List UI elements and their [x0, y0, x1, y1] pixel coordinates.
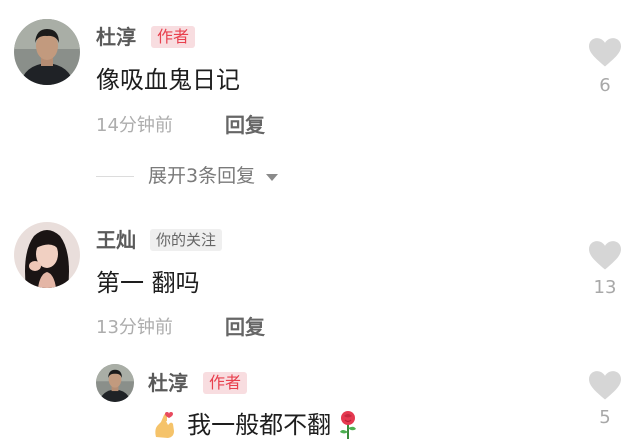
reply-button[interactable]: 回复: [225, 113, 265, 137]
avatar[interactable]: [14, 19, 80, 85]
reply-text-row: 我一般都不翻: [152, 408, 360, 440]
avatar[interactable]: [96, 364, 134, 402]
heart-icon[interactable]: [587, 36, 623, 72]
comment-text: 像吸血鬼日记: [96, 66, 240, 94]
author-badge: 作者: [203, 372, 248, 394]
finger-heart-emoji-icon: [155, 411, 174, 438]
expand-replies-label: 展开3条回复: [148, 165, 256, 187]
divider: [96, 176, 134, 177]
following-badge: 你的关注: [150, 229, 223, 251]
comment-text: 第一 翻吗: [96, 269, 200, 297]
comment-time: 13分钟前: [96, 317, 173, 338]
author-badge: 作者: [151, 26, 196, 48]
comment-username[interactable]: 王灿: [96, 228, 136, 252]
woman-portrait-avatar-icon: [14, 222, 80, 288]
reply-username[interactable]: 杜淳: [148, 371, 188, 395]
man-portrait-avatar-icon: [96, 364, 134, 402]
heart-icon[interactable]: [587, 239, 623, 275]
reply-text: 我一般都不翻: [187, 410, 332, 439]
heart-icon[interactable]: [587, 369, 623, 405]
man-portrait-avatar-icon: [14, 19, 80, 85]
comment-username[interactable]: 杜淳: [96, 25, 136, 49]
like-count: 5: [599, 407, 611, 428]
avatar[interactable]: [14, 222, 80, 288]
caret-down-icon: [266, 173, 279, 181]
expand-replies-button[interactable]: 展开3条回复: [148, 164, 279, 188]
rose-emoji-icon: [340, 410, 357, 439]
like-count: 6: [599, 75, 611, 96]
reply-button[interactable]: 回复: [225, 315, 265, 339]
comment-time: 14分钟前: [96, 115, 173, 136]
like-count: 13: [593, 277, 617, 298]
